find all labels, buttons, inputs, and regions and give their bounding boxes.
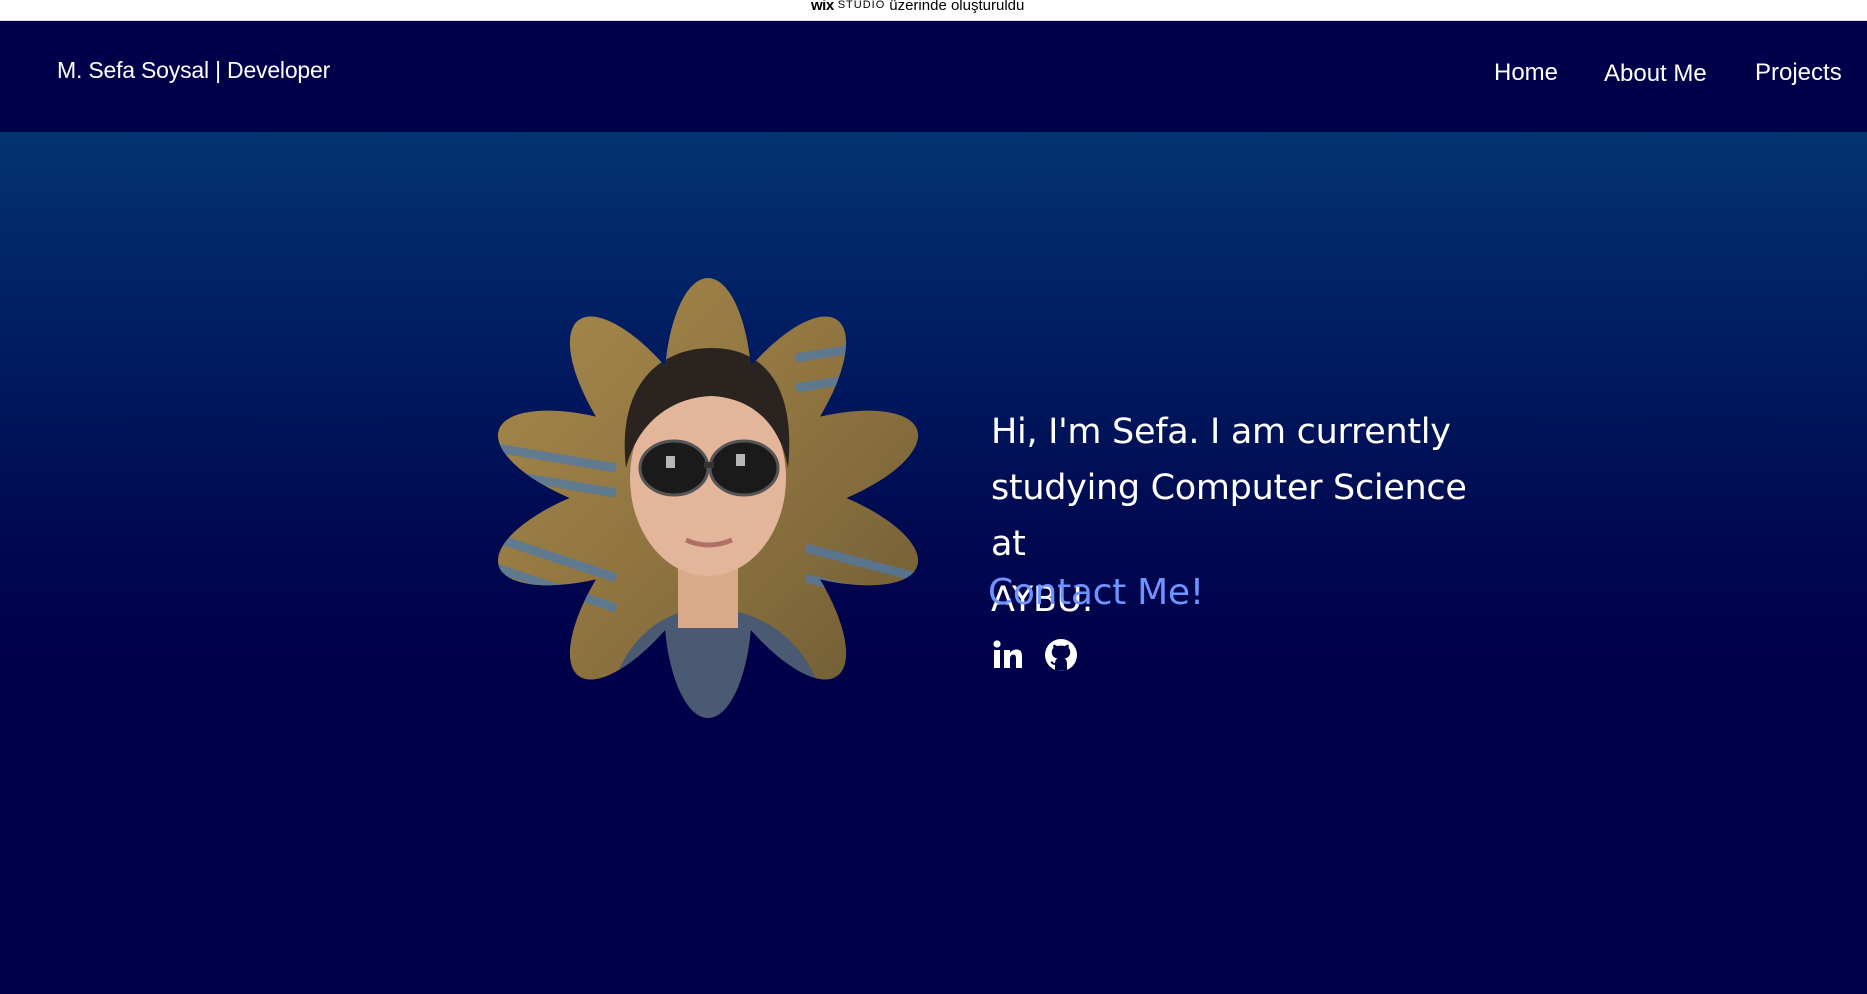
site-header: M. Sefa Soysal | Developer Home About Me… bbox=[0, 21, 1867, 132]
wix-banner-text: üzerinde oluşturuldu bbox=[889, 0, 1025, 14]
wix-banner[interactable]: wix STUDIO üzerinde oluşturuldu bbox=[0, 0, 1867, 21]
github-icon[interactable] bbox=[1044, 638, 1078, 672]
hero-section bbox=[0, 132, 1867, 994]
wix-studio-label: STUDIO bbox=[837, 0, 886, 11]
wix-logo: wix bbox=[811, 0, 834, 14]
intro-line: studying Computer Science at bbox=[991, 468, 1467, 564]
nav-about-me[interactable]: About Me bbox=[1604, 60, 1707, 88]
main-nav: Home About Me Projects bbox=[0, 59, 1867, 93]
profile-photo-flower bbox=[496, 278, 920, 718]
profile-photo bbox=[496, 278, 920, 718]
contact-me-link[interactable]: Contact Me! bbox=[988, 572, 1204, 613]
nav-projects[interactable]: Projects bbox=[1755, 59, 1842, 87]
nav-home[interactable]: Home bbox=[1494, 59, 1558, 87]
social-links bbox=[990, 638, 1078, 672]
wix-banner-content: wix STUDIO üzerinde oluşturuldu bbox=[811, 0, 1024, 15]
linkedin-icon[interactable] bbox=[990, 638, 1024, 672]
intro-line: Hi, I'm Sefa. I am currently bbox=[991, 412, 1451, 452]
